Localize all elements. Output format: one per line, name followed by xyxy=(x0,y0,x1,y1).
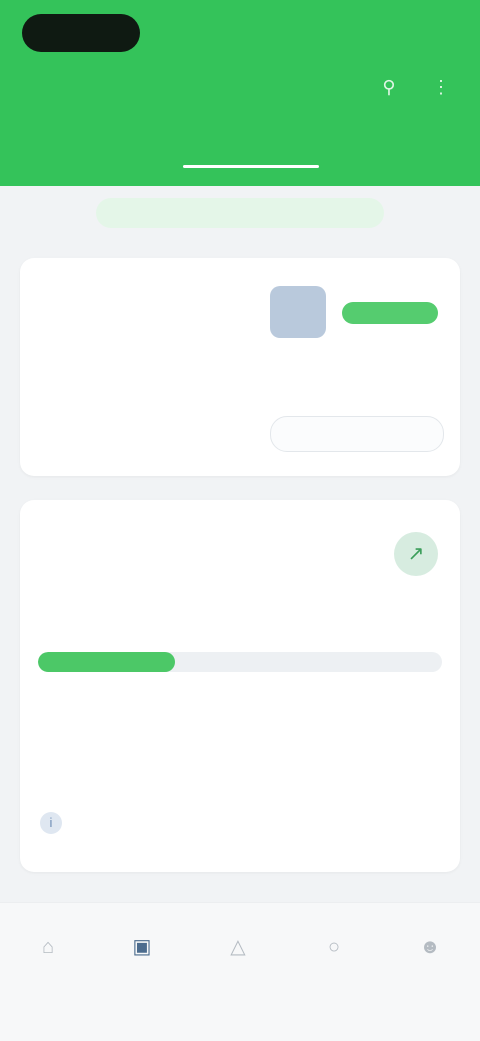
tab-1[interactable] xyxy=(48,136,148,162)
wallet-icon: ▣ xyxy=(132,936,152,958)
balance-caption xyxy=(42,356,162,376)
tab-3[interactable] xyxy=(340,136,450,162)
page-title xyxy=(22,72,252,104)
nav-item-chart[interactable]: △ xyxy=(198,933,278,997)
app-header: ⚲ ⋮ xyxy=(0,0,480,186)
profile-icon: ☻ xyxy=(419,936,441,958)
nav-item-home[interactable]: ⌂ xyxy=(8,933,88,997)
portfolio-progress-fill xyxy=(38,652,176,672)
portfolio-label xyxy=(40,520,200,540)
balance-small-label xyxy=(42,294,122,312)
nav-item-profile[interactable]: ☻ xyxy=(390,933,470,997)
tab-2[interactable] xyxy=(166,136,336,168)
search-icon[interactable]: ⚲ xyxy=(376,74,402,100)
portfolio-action-icon[interactable]: ↗ xyxy=(394,532,438,576)
bell-icon: ○ xyxy=(327,936,341,958)
portfolio-row-value xyxy=(330,752,440,772)
info-icon: i xyxy=(40,812,62,834)
nav-item-notifications[interactable]: ○ xyxy=(294,933,374,997)
balance-amount xyxy=(42,406,192,436)
progress-left-label xyxy=(40,684,140,702)
portfolio-card: ↗ i xyxy=(20,500,460,872)
header-top-link[interactable] xyxy=(352,20,442,38)
portfolio-details-link[interactable] xyxy=(330,814,440,834)
portfolio-info-text xyxy=(72,814,152,834)
portfolio-amount xyxy=(40,596,260,626)
info-banner[interactable] xyxy=(96,198,384,228)
progress-right-label xyxy=(350,684,440,702)
balance-card xyxy=(20,258,460,476)
asset-name xyxy=(270,356,420,374)
header-tab-bar xyxy=(0,130,480,168)
more-icon[interactable]: ⋮ xyxy=(428,74,454,100)
nav-item-wallet[interactable]: ▣ xyxy=(102,933,182,997)
app-logo[interactable] xyxy=(22,14,140,52)
portfolio-sub-label xyxy=(40,550,100,568)
chart-icon: △ xyxy=(230,936,246,958)
bottom-navigation: ⌂ ▣ △ ○ ☻ xyxy=(0,902,480,1041)
asset-status-badge xyxy=(342,302,438,324)
view-button[interactable] xyxy=(270,416,444,452)
asset-thumbnail[interactable] xyxy=(270,286,326,338)
home-icon: ⌂ xyxy=(41,936,55,958)
portfolio-progress-bar xyxy=(38,652,442,672)
portfolio-row-label xyxy=(40,750,160,772)
